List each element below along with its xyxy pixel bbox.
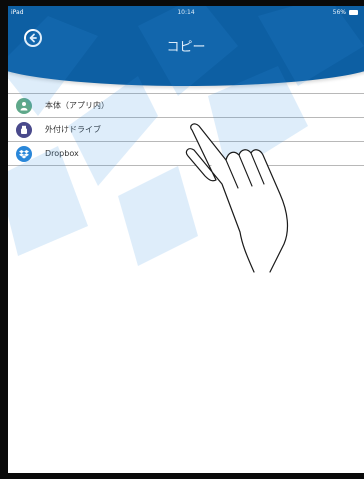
device-frame: iPad 10:14 56% コピー 本体（アプリ内） 外付けドライブ Drop… — [0, 0, 364, 479]
battery-status: 56% — [333, 9, 358, 16]
clock: 10:14 — [177, 9, 195, 16]
battery-icon — [349, 10, 358, 15]
dropbox-icon — [16, 145, 32, 162]
list-item-label: Dropbox — [45, 149, 79, 158]
page-title: コピー — [166, 40, 206, 55]
usb-drive-icon — [16, 121, 32, 138]
screen: iPad 10:14 56% コピー 本体（アプリ内） 外付けドライブ Drop… — [8, 6, 364, 473]
pointing-hand-illustration — [185, 123, 289, 273]
list-item-label: 本体（アプリ内） — [45, 101, 109, 110]
person-icon — [16, 97, 32, 114]
list-item-device[interactable]: 本体（アプリ内） — [8, 93, 364, 118]
status-bar: iPad 10:14 56% — [8, 6, 364, 20]
list-item-label: 外付けドライブ — [45, 125, 101, 134]
battery-percent: 56% — [332, 9, 346, 16]
